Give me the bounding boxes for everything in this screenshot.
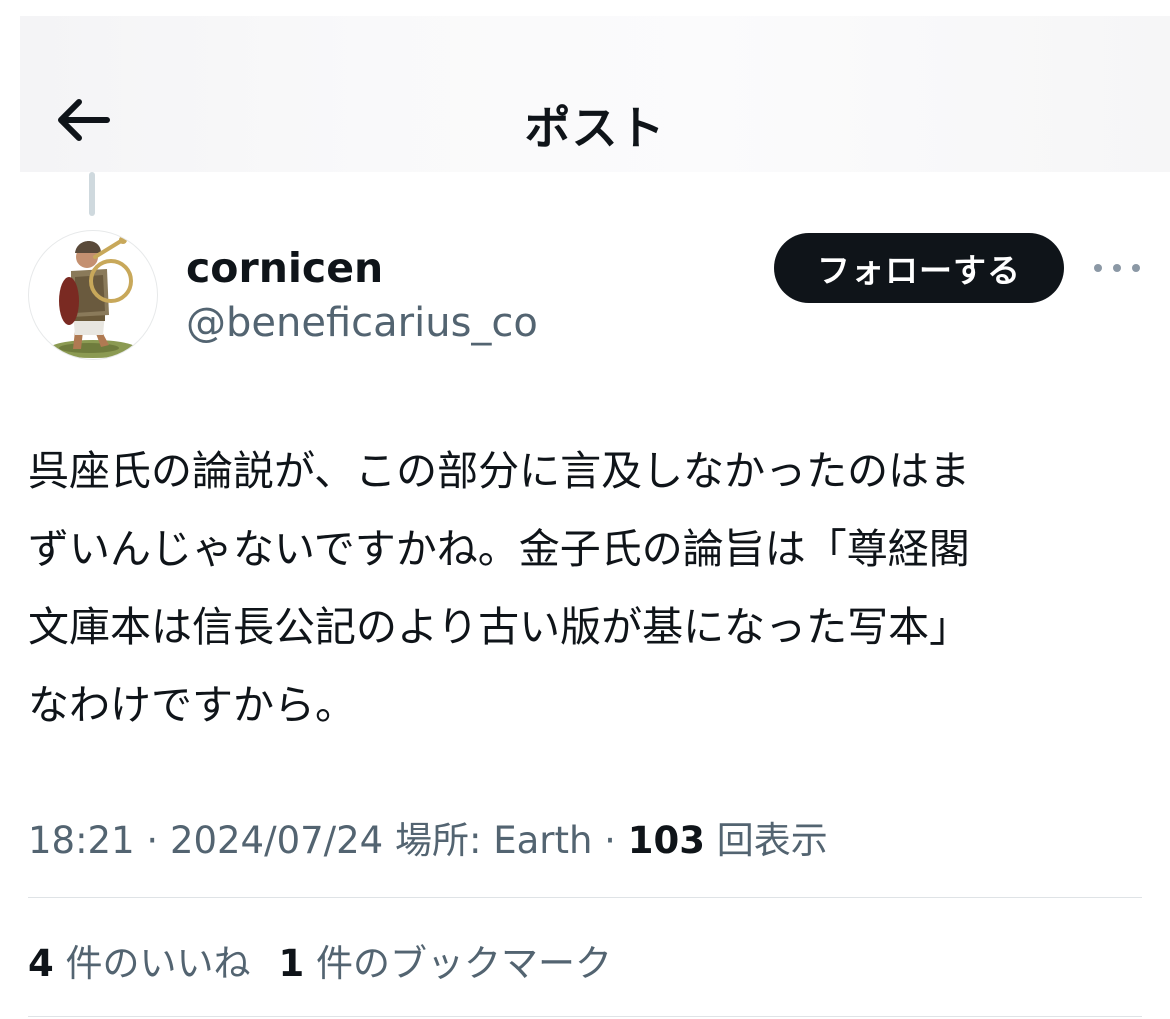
post-text-line: ずいんじゃないですかね。金子氏の論旨は「尊経閣 (28, 525, 970, 573)
ellipsis-dot (1113, 264, 1121, 272)
views-label[interactable]: 回表示 (717, 819, 828, 862)
divider (28, 1016, 1142, 1017)
display-name[interactable]: cornicen (186, 244, 383, 292)
meta-separator: · (134, 819, 170, 862)
likes-label[interactable]: 件のいいね (66, 942, 251, 985)
roman-cornicen-avatar (49, 236, 137, 358)
thread-connector-line (89, 172, 95, 216)
divider (28, 897, 1142, 898)
bookmarks-label[interactable]: 件のブックマーク (316, 942, 612, 985)
likes-count[interactable]: 4 (28, 942, 54, 985)
post-text-line: なわけですから。 (28, 681, 356, 729)
post-text-line: 呉座氏の論説が、この部分に言及しなかったのはま (28, 447, 971, 495)
page-title: ポスト (524, 101, 666, 155)
ellipsis-dot (1132, 264, 1140, 272)
header-bar: ポスト (20, 16, 1170, 172)
post-detail-screen: ポスト cornicen @beneficarius_co フォローする 呉座氏 (0, 0, 1170, 1019)
bookmarks-count[interactable]: 1 (279, 942, 305, 985)
engagement-stats: 4 件のいいね 1 件のブックマーク (28, 933, 612, 987)
post-date[interactable]: 2024/07/24 (170, 819, 383, 862)
avatar[interactable] (28, 230, 158, 360)
post-time[interactable]: 18:21 (28, 819, 135, 862)
user-handle[interactable]: @beneficarius_co (186, 300, 538, 346)
post-location: 場所: Earth (394, 819, 593, 862)
more-options-button[interactable] (1094, 252, 1140, 284)
follow-button[interactable]: フォローする (774, 233, 1064, 303)
ellipsis-icon (1094, 264, 1102, 272)
meta-separator: · (592, 819, 628, 862)
views-count[interactable]: 103 (628, 819, 705, 862)
post-meta: 18:21 · 2024/07/24 場所: Earth · 103 回表示 (28, 810, 828, 864)
post-text-line: 文庫本は信長公記のより古い版が基になった写本」 (28, 603, 971, 651)
post-text: 呉座氏の論説が、この部分に言及しなかったのはま ずいんじゃないですかね。金子氏の… (28, 432, 1140, 744)
